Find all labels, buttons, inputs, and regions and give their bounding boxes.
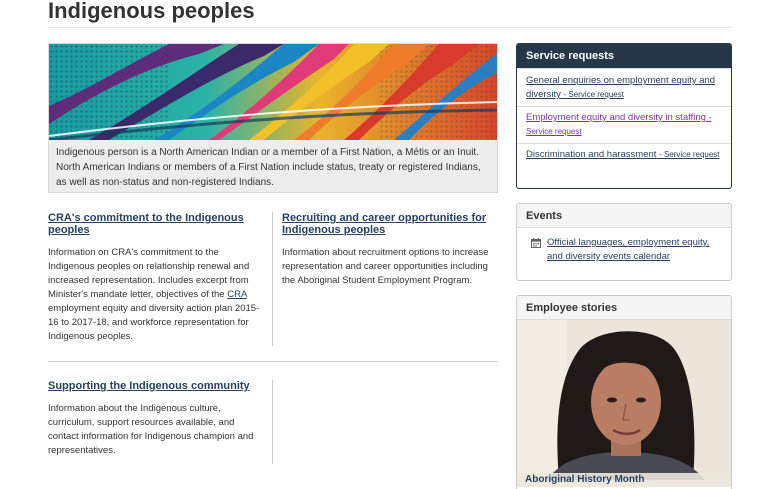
section-cra-commitment: CRA's commitment to the Indigenous peopl…	[48, 212, 263, 344]
hero-caption: Indigenous person is a North American In…	[49, 140, 497, 192]
section-description: Information about the Indigenous culture…	[48, 403, 254, 456]
title-divider	[48, 27, 732, 28]
panel-heading: Employee stories	[517, 296, 731, 320]
service-request-link-staffing[interactable]: Employment equity and diversity in staff…	[526, 112, 711, 137]
section-title: CRA's commitment to the Indigenous peopl…	[48, 212, 263, 236]
service-request-link-discrimination[interactable]: Discrimination and harassment - Service …	[526, 149, 720, 160]
service-requests-panel: Service requests General enquiries on em…	[516, 43, 732, 189]
section-link-cra-commitment[interactable]: CRA's commitment to the Indigenous peopl…	[48, 212, 244, 236]
calendar-icon	[531, 238, 541, 248]
service-request-item: Discrimination and harassment - Service …	[517, 143, 731, 166]
events-body: Official languages, employment equity, a…	[517, 228, 731, 272]
service-request-item: Employment equity and diversity in staff…	[517, 106, 731, 143]
panel-heading: Events	[517, 204, 731, 228]
section-description: Information about recruitment options to…	[282, 247, 489, 286]
employee-story-caption[interactable]: Aboriginal History Month	[517, 473, 731, 487]
service-request-link-general-enquiries[interactable]: General enquiries on employment equity a…	[526, 75, 715, 100]
cra-abbr-link[interactable]: CRA	[227, 289, 247, 300]
employee-photo[interactable]	[517, 320, 731, 480]
section-title: Recruiting and career opportunities for …	[282, 212, 496, 236]
section-recruiting: Recruiting and career opportunities for …	[282, 212, 496, 288]
section-link-recruiting[interactable]: Recruiting and career opportunities for …	[282, 212, 486, 236]
section-link-supporting-community[interactable]: Supporting the Indigenous community	[48, 380, 250, 392]
service-request-item: General enquiries on employment equity a…	[517, 68, 731, 106]
panel-heading: Service requests	[517, 44, 731, 68]
section-supporting-community: Supporting the Indigenous community Info…	[48, 380, 263, 458]
column-divider	[272, 380, 273, 464]
feather-banner-image	[49, 44, 497, 140]
events-calendar-link[interactable]: Official languages, employment equity, a…	[547, 236, 722, 264]
section-description: Information on CRA's commitment to the I…	[48, 247, 260, 342]
events-panel: Events Official languages, employment eq…	[516, 203, 732, 281]
hero-banner: Indigenous person is a North American In…	[48, 43, 498, 193]
employee-stories-panel: Employee stories Aboriginal History Mont…	[516, 295, 732, 489]
page-title: Indigenous peoples	[48, 0, 255, 23]
column-divider	[272, 212, 273, 346]
employee-portrait-image	[517, 320, 731, 480]
section-title: Supporting the Indigenous community	[48, 380, 263, 392]
row-divider	[48, 361, 498, 362]
